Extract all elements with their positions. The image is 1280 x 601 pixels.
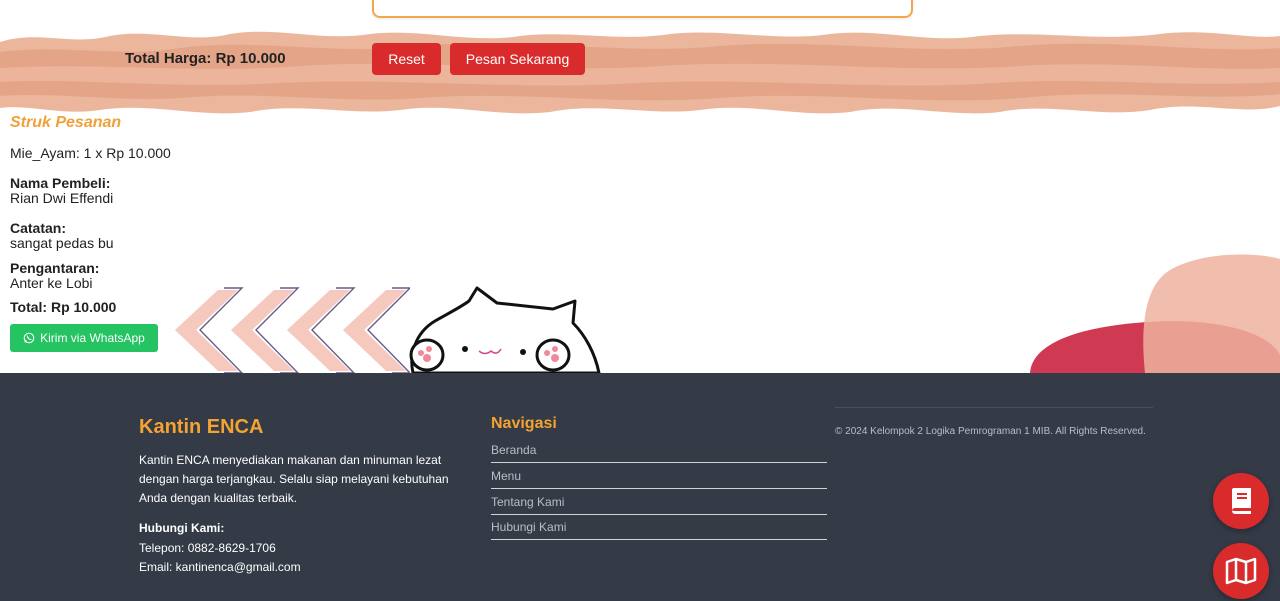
brush-stroke-banner [0,31,1280,114]
whatsapp-send-button[interactable]: Kirim via WhatsApp [10,324,158,352]
footer-nav-hubungi-kami[interactable]: Hubungi Kami [491,515,827,541]
footer-nav-title: Navigasi [491,415,557,432]
receipt-total: Total: Rp 10.000 [10,299,117,315]
whatsapp-icon [23,332,35,344]
copyright: © 2024 Kelompok 2 Logika Pemrograman 1 M… [835,426,1146,437]
chevron-decoration [175,287,410,374]
footer-brand: Kantin ENCA [139,416,264,438]
receipt-item-line: Mie_Ayam: 1 x Rp 10.000 [10,145,171,161]
contact-email: Email: kantinenca@gmail.com [139,560,301,574]
map-icon [1225,557,1257,585]
footer-nav-beranda[interactable]: Beranda [491,438,827,463]
footer-nav-tentang-kami[interactable]: Tentang Kami [491,490,827,515]
map-fab-button[interactable] [1213,543,1269,599]
footer-nav: Beranda Menu Tentang Kami Hubungi Kami [491,438,827,541]
book-icon [1228,487,1254,515]
contact-phone: Telepon: 0882-8629-1706 [139,541,276,555]
receipt-title: Struk Pesanan [10,114,122,131]
cat-illustration [409,286,601,375]
whatsapp-button-label: Kirim via WhatsApp [40,331,145,345]
delivery-label: Pengantaran: [10,260,100,276]
reset-button[interactable]: Reset [372,43,441,75]
buyer-value: Rian Dwi Effendi [10,190,114,206]
footer-divider [835,407,1153,408]
delivery-value: Anter ke Lobi [10,275,93,291]
total-price: Total Harga: Rp 10.000 [125,50,286,67]
contact-label: Hubungi Kami: [139,521,225,535]
decorative-blobs [1030,254,1280,373]
note-value: sangat pedas bu [10,235,114,251]
footer-nav-menu[interactable]: Menu [491,464,827,489]
note-label: Catatan: [10,220,67,236]
footer-description: Kantin ENCA menyediakan makanan dan minu… [139,453,449,505]
book-fab-button[interactable] [1213,473,1269,529]
notes-textarea[interactable] [372,0,913,18]
order-now-button[interactable]: Pesan Sekarang [450,43,585,75]
buyer-label: Nama Pembeli: [10,175,111,191]
